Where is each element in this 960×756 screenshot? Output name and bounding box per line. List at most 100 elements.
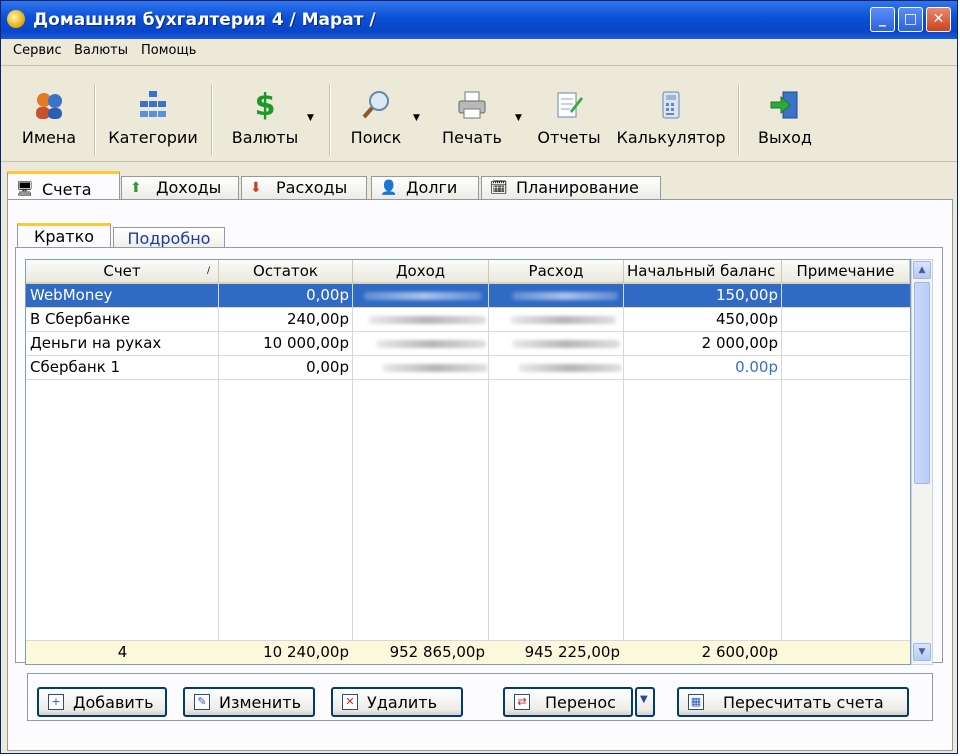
tab-label: Доходы <box>156 178 222 197</box>
column-header-balance[interactable]: Остаток <box>219 260 353 284</box>
tab-accounts[interactable]: 🖥 Счета <box>7 171 120 200</box>
table-row[interactable]: В Сбербанке 240,00р 450,00р <box>26 308 910 332</box>
edit-icon: ✎ <box>194 694 210 710</box>
close-button[interactable]: ✕ <box>926 7 951 32</box>
people-icon <box>33 89 65 121</box>
toolbar-label: Поиск <box>350 128 402 147</box>
initial-balance-cell: 0.00р <box>735 358 778 376</box>
transfer-dropdown-button[interactable]: ▼ <box>635 687 655 717</box>
chevron-down-icon: ▼ <box>640 694 648 705</box>
toolbar-separator <box>738 85 740 155</box>
column-divider <box>781 284 782 640</box>
tab-planning[interactable]: 🗓 Планирование <box>481 176 661 199</box>
menu-currencies[interactable]: Валюты <box>74 43 128 58</box>
toolbar-reports-button[interactable]: Отчеты <box>535 79 603 159</box>
toolbar-label: Категории <box>108 128 198 147</box>
print-dropdown-arrow[interactable]: ▼ <box>515 113 522 123</box>
toolbar-separator <box>329 85 331 155</box>
totals-row: 4 10 240,00р 952 865,00р 945 225,00р 2 6… <box>26 640 910 664</box>
toolbar-search-button[interactable]: Поиск <box>343 79 409 159</box>
column-header-note[interactable]: Примечание <box>782 260 910 284</box>
table-row[interactable]: WebMoney 0,00р 150,00р <box>26 284 910 308</box>
initial-balance-cell: 2 000,00р <box>701 334 778 352</box>
delete-icon: ✕ <box>342 694 358 710</box>
subtab-brief[interactable]: Кратко <box>17 223 111 249</box>
toolbar-label: Калькулятор <box>616 128 726 147</box>
balance-cell: 10 000,00р <box>263 334 349 352</box>
column-header-account[interactable]: Счет ∕ <box>26 260 219 284</box>
total-income: 952 865,00р <box>389 643 485 661</box>
account-cell: В Сбербанке <box>30 310 131 328</box>
toolbar-print-button[interactable]: Печать <box>433 79 511 159</box>
income-cell-redacted <box>376 340 486 348</box>
tab-label: Планирование <box>516 178 639 197</box>
toolbar-currencies-button[interactable]: $ Валюты <box>223 79 307 159</box>
add-icon: + <box>48 694 64 710</box>
toolbar-divider <box>1 161 957 162</box>
account-cell: Деньги на руках <box>30 334 162 352</box>
button-label: Изменить <box>219 693 301 712</box>
toolbar-label: Печать <box>442 128 502 147</box>
edit-button[interactable]: ✎ Изменить <box>183 687 315 717</box>
app-icon <box>7 10 25 28</box>
total-balance: 10 240,00р <box>263 643 349 661</box>
tab-income[interactable]: ⬆ Доходы <box>121 176 239 199</box>
add-button[interactable]: + Добавить <box>37 687 167 717</box>
exit-door-icon <box>769 89 801 121</box>
balance-cell: 0,00р <box>306 358 349 376</box>
balance-cell: 240,00р <box>286 310 349 328</box>
toolbar-label: Имена <box>21 128 77 147</box>
toolbar-exit-button[interactable]: Выход <box>751 79 819 159</box>
button-label: Удалить <box>367 693 437 712</box>
account-cell: Сбербанк 1 <box>30 358 121 376</box>
main-tabs: 🖥 Счета ⬆ Доходы ⬇ Расходы 👤 Долги 🗓 Пла… <box>1 169 957 200</box>
tab-expenses[interactable]: ⬇ Расходы <box>241 176 367 199</box>
currencies-dropdown-arrow[interactable]: ▼ <box>307 113 314 123</box>
initial-balance-cell: 150,00р <box>715 286 778 304</box>
transfer-button[interactable]: ⇄ Перенос <box>503 687 633 717</box>
column-header-initial-balance[interactable]: Начальный баланс <box>624 260 782 284</box>
expenses-icon: ⬇ <box>250 180 262 196</box>
scroll-up-button[interactable]: ▲ <box>913 261 931 279</box>
scroll-down-button[interactable]: ▼ <box>913 643 931 661</box>
search-dropdown-arrow[interactable]: ▼ <box>413 113 420 123</box>
planning-icon: 🗓 <box>490 180 508 196</box>
tab-label: Долги <box>406 178 458 197</box>
toolbar-calculator-button[interactable]: Калькулятор <box>613 79 729 159</box>
column-divider <box>218 284 219 640</box>
total-initial-balance: 2 600,00р <box>701 643 778 661</box>
button-label: Добавить <box>73 693 154 712</box>
column-header-income[interactable]: Доход <box>353 260 489 284</box>
tab-debts[interactable]: 👤 Долги <box>371 176 479 199</box>
tab-label: Счета <box>42 180 92 199</box>
menu-divider <box>1 65 957 66</box>
tab-label: Расходы <box>276 178 348 197</box>
toolbar-label: Отчеты <box>537 128 601 147</box>
vertical-scrollbar[interactable]: ▲ ▼ <box>911 259 933 665</box>
menu-help[interactable]: Помощь <box>141 43 196 58</box>
menu-service[interactable]: Сервис <box>13 43 62 58</box>
income-icon: ⬆ <box>130 180 142 196</box>
header-label: Счет <box>103 262 141 280</box>
table-row[interactable]: Сбербанк 1 0,00р 0.00р <box>26 356 910 380</box>
debts-icon: 👤 <box>380 180 398 196</box>
toolbar-categories-button[interactable]: Категории <box>101 79 205 159</box>
table-row[interactable]: Деньги на руках 10 000,00р 2 000,00р <box>26 332 910 356</box>
title-bar: Домашняя бухгалтерия 4 / Марат / _ □ ✕ <box>1 1 957 39</box>
app-window: Домашняя бухгалтерия 4 / Марат / _ □ ✕ С… <box>0 0 958 754</box>
magnifier-icon <box>360 89 392 121</box>
toolbar-names-button[interactable]: Имена <box>11 79 87 159</box>
minimize-button[interactable]: _ <box>870 7 895 32</box>
delete-button[interactable]: ✕ Удалить <box>331 687 463 717</box>
report-icon <box>553 89 585 121</box>
column-header-expense[interactable]: Расход <box>489 260 624 284</box>
maximize-button[interactable]: □ <box>898 7 923 32</box>
recalculate-accounts-button[interactable]: ▦ Пересчитать счета <box>677 687 909 717</box>
expense-cell-redacted <box>510 316 616 324</box>
scroll-thumb[interactable] <box>914 282 930 484</box>
toolbar: Имена Категории $ Валюты Поиск Печать От… <box>1 79 957 159</box>
accounts-table: Счет ∕ Остаток Доход Расход Начальный бал… <box>25 259 911 665</box>
expense-cell-redacted <box>518 364 622 372</box>
initial-balance-cell: 450,00р <box>715 310 778 328</box>
total-expense: 945 225,00р <box>524 643 620 661</box>
